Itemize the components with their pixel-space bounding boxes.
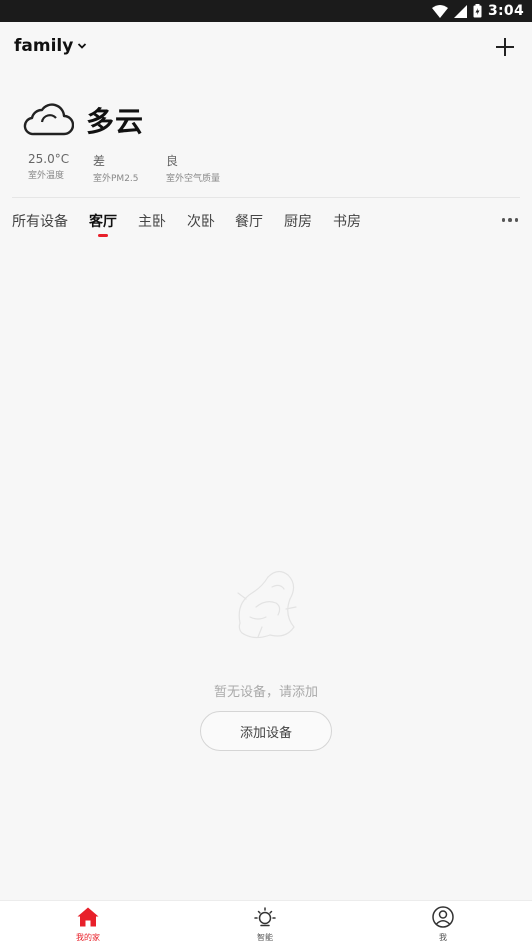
status-bar: 3:04 (0, 0, 532, 22)
user-icon (432, 906, 454, 928)
weather-panel: 多云 25.0°C 室外温度 差 室外PM2.5 良 室外空气质量 (0, 90, 532, 190)
home-icon (77, 907, 99, 927)
metric-value: 差 (93, 154, 106, 168)
battery-icon (473, 4, 482, 18)
room-tabs: 所有设备 客厅 主卧 次卧 餐厅 厨房 书房 (0, 198, 532, 242)
signal-icon (453, 4, 467, 18)
tab-living-room[interactable]: 客厅 (89, 211, 117, 231)
dot (514, 218, 518, 222)
nav-label: 智能 (257, 933, 273, 942)
more-icon[interactable] (501, 218, 518, 222)
tab-second-bedroom[interactable]: 次卧 (187, 211, 215, 231)
metric-label: 室外温度 (28, 171, 65, 181)
empty-state-message: 暂无设备，请添加 (213, 685, 318, 700)
home-name: family (14, 36, 74, 56)
tab-study[interactable]: 书房 (333, 211, 361, 231)
tab-kitchen[interactable]: 厨房 (284, 211, 312, 231)
tab-all-devices[interactable]: 所有设备 (12, 211, 68, 231)
nav-my-home[interactable]: 我的家 (58, 905, 118, 943)
dot (508, 218, 512, 222)
plus-icon[interactable] (494, 36, 516, 58)
wifi-icon (431, 4, 448, 18)
metric-label: 室外PM2.5 (93, 174, 139, 184)
tab-master-bedroom[interactable]: 主卧 (138, 211, 166, 231)
nav-label: 我的家 (76, 933, 100, 942)
nav-me[interactable]: 我 (413, 905, 473, 943)
home-switcher[interactable]: family (14, 36, 87, 56)
outdoor-temperature: 25.0°C 室外温度 (28, 152, 69, 181)
header: family (0, 22, 532, 74)
bottom-nav: 我的家 智能 我 (0, 900, 532, 944)
metric-value: 良 (166, 154, 179, 168)
cloud-icon (23, 103, 74, 136)
nav-label: 我 (439, 933, 447, 942)
status-time: 3:04 (487, 3, 524, 19)
sun-icon (254, 907, 276, 927)
active-tab-indicator (98, 234, 108, 237)
empty-devices-illustration (237, 570, 297, 639)
chevron-down-icon (78, 43, 87, 49)
outdoor-pm25: 差 室外PM2.5 (93, 152, 139, 184)
dot (501, 218, 505, 222)
add-device-button[interactable]: 添加设备 (200, 711, 332, 751)
tab-dining-room[interactable]: 餐厅 (235, 211, 263, 231)
weather-condition: 多云 (86, 105, 145, 138)
metric-label: 室外空气质量 (166, 174, 221, 184)
metric-value: 25.0°C (28, 152, 70, 166)
status-icons: 3:04 (431, 2, 524, 20)
nav-smart[interactable]: 智能 (235, 905, 295, 943)
outdoor-air-quality: 良 室外空气质量 (166, 152, 220, 184)
